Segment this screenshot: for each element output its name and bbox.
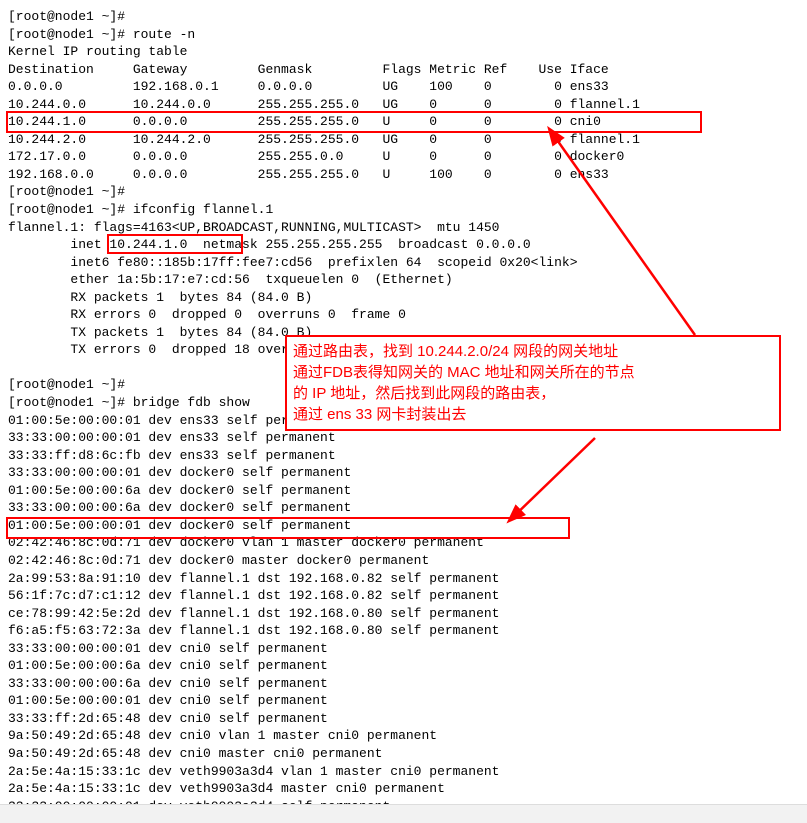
ifconfig-ether-highlight: ether 1a:5b:17:e7:cd:56 txqueuelen 0 (Et… [8,271,799,289]
route-row: 192.168.0.0 0.0.0.0 255.255.255.0 U 100 … [8,166,799,184]
fdb-line: 33:33:ff:2d:65:48 dev cni0 self permanen… [8,710,799,728]
route-row-highlight: 10.244.2.0 10.244.2.0 255.255.255.0 UG 0… [8,131,799,149]
fdb-line: f6:a5:f5:63:72:3a dev flannel.1 dst 192.… [8,622,799,640]
fdb-line: 2a:99:53:8a:91:10 dev flannel.1 dst 192.… [8,570,799,588]
fdb-line: 33:33:00:00:00:6a dev cni0 self permanen… [8,675,799,693]
fdb-line: 9a:50:49:2d:65:48 dev cni0 vlan 1 master… [8,727,799,745]
route-row: 172.17.0.0 0.0.0.0 255.255.0.0 U 0 0 0 d… [8,148,799,166]
annotation-line: 通过FDB表得知网关的 MAC 地址和网关所在的节点 [293,362,773,383]
ifconfig-line: inet6 fe80::185b:17ff:fee7:cd56 prefixle… [8,254,799,272]
fdb-line: 01:00:5e:00:00:01 dev cni0 self permanen… [8,692,799,710]
fdb-line: 01:00:5e:00:00:6a dev docker0 self perma… [8,482,799,500]
fdb-line: 33:33:00:00:00:01 dev cni0 self permanen… [8,640,799,658]
fdb-line: ce:78:99:42:5e:2d dev flannel.1 dst 192.… [8,605,799,623]
fdb-line-highlight: 56:1f:7c:d7:c1:12 dev flannel.1 dst 192.… [8,587,799,605]
fdb-line: 01:00:5e:00:00:01 dev docker0 self perma… [8,517,799,535]
prompt-line: [root@node1 ~]# [8,183,799,201]
annotation-line: 通过路由表，找到 10.244.2.0/24 网段的网关地址 [293,341,773,362]
ifconfig-line: inet 10.244.1.0 netmask 255.255.255.255 … [8,236,799,254]
annotation-line: 的 IP 地址，然后找到此网段的路由表， [293,383,773,404]
fdb-line: 2a:5e:4a:15:33:1c dev veth9903a3d4 maste… [8,780,799,798]
cmd-ifconfig: [root@node1 ~]# ifconfig flannel.1 [8,201,799,219]
fdb-line: 33:33:ff:d8:6c:fb dev ens33 self permane… [8,447,799,465]
prompt-line: [root@node1 ~]# [8,8,799,26]
fdb-line: 9a:50:49:2d:65:48 dev cni0 master cni0 p… [8,745,799,763]
route-columns: Destination Gateway Genmask Flags Metric… [8,61,799,79]
route-row: 10.244.1.0 0.0.0.0 255.255.255.0 U 0 0 0… [8,113,799,131]
route-header: Kernel IP routing table [8,43,799,61]
footer-bar [0,804,807,823]
route-row: 10.244.0.0 10.244.0.0 255.255.255.0 UG 0… [8,96,799,114]
fdb-line: 01:00:5e:00:00:6a dev cni0 self permanen… [8,657,799,675]
fdb-line: 02:42:46:8c:0d:71 dev docker0 master doc… [8,552,799,570]
annotation-callout: 通过路由表，找到 10.244.2.0/24 网段的网关地址 通过FDB表得知网… [285,335,781,431]
route-row: 0.0.0.0 192.168.0.1 0.0.0.0 UG 100 0 0 e… [8,78,799,96]
annotation-line: 通过 ens 33 网卡封装出去 [293,404,773,425]
ifconfig-line: RX errors 0 dropped 0 overruns 0 frame 0 [8,306,799,324]
fdb-line: 33:33:00:00:00:01 dev docker0 self perma… [8,464,799,482]
fdb-line: 2a:5e:4a:15:33:1c dev veth9903a3d4 vlan … [8,763,799,781]
fdb-line: 33:33:00:00:00:6a dev docker0 self perma… [8,499,799,517]
cmd-route: [root@node1 ~]# route -n [8,26,799,44]
ifconfig-line: flannel.1: flags=4163<UP,BROADCAST,RUNNI… [8,219,799,237]
fdb-line: 02:42:46:8c:0d:71 dev docker0 vlan 1 mas… [8,534,799,552]
fdb-line: 33:33:00:00:00:01 dev ens33 self permane… [8,429,799,447]
ifconfig-line: RX packets 1 bytes 84 (84.0 B) [8,289,799,307]
